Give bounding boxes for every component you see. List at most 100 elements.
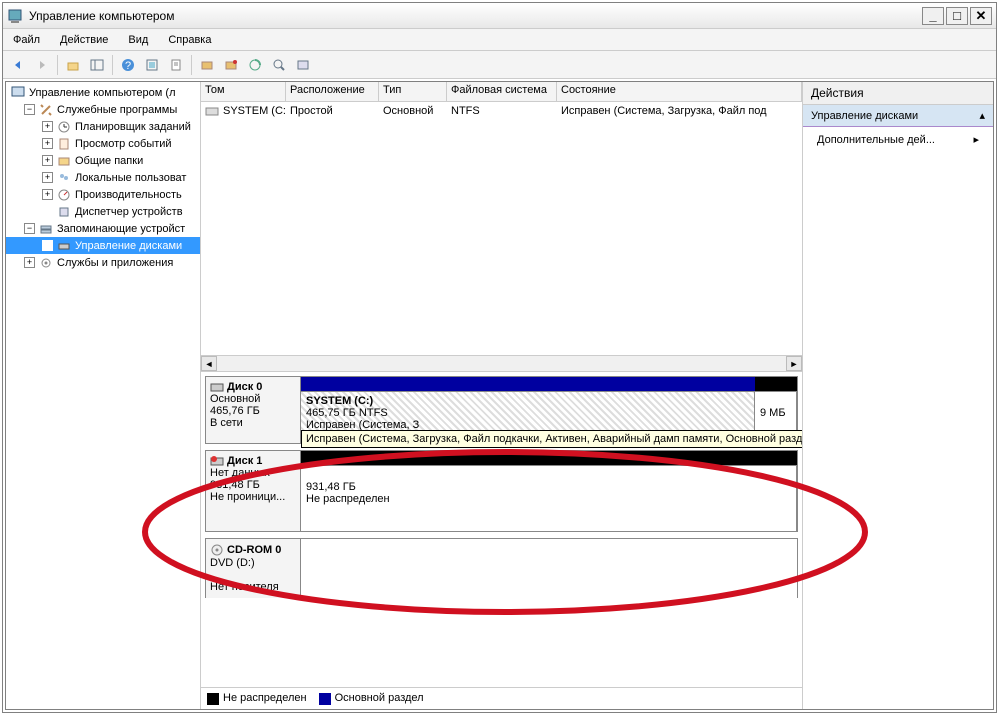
col-layout[interactable]: Расположение [286, 82, 379, 101]
refresh-button[interactable] [141, 54, 163, 76]
col-fs[interactable]: Файловая система [447, 82, 557, 101]
tree-performance[interactable]: + Производительность [6, 186, 200, 203]
toolbar: ? [3, 51, 996, 79]
disk0-name: Диск 0 [227, 381, 262, 393]
forward-button[interactable] [31, 54, 53, 76]
actions-more[interactable]: Дополнительные дей... ▸ [803, 127, 993, 152]
clock-icon [56, 119, 72, 135]
hscrollbar[interactable]: ◄ ► [201, 355, 802, 371]
volume-icon [205, 105, 219, 117]
expand-icon[interactable]: + [42, 138, 53, 149]
tool-button-4[interactable] [268, 54, 290, 76]
col-status[interactable]: Состояние [557, 82, 802, 101]
tree-label: Служебные программы [57, 104, 177, 116]
services-icon [38, 255, 54, 271]
tools-icon [38, 102, 54, 118]
disk1-kind: Нет данных [210, 467, 296, 479]
storage-icon [38, 221, 54, 237]
disk1-size: 931,48 ГБ [210, 479, 296, 491]
table-row[interactable]: SYSTEM (C:) Простой Основной NTFS Исправ… [201, 102, 802, 120]
expand-icon[interactable]: + [42, 121, 53, 132]
tree-label: Производительность [75, 189, 182, 201]
menubar: Файл Действие Вид Справка [3, 29, 996, 51]
computer-icon [10, 85, 26, 101]
col-type[interactable]: Тип [379, 82, 447, 101]
collapse-up-icon: ▴ [979, 109, 985, 122]
perf-icon [56, 187, 72, 203]
tree-label: Управление дисками [75, 240, 182, 252]
menu-help[interactable]: Справка [158, 29, 221, 50]
scroll-left-icon[interactable]: ◄ [201, 356, 217, 371]
menu-action[interactable]: Действие [50, 29, 118, 50]
tree-root[interactable]: Управление компьютером (л [6, 84, 200, 101]
disk0-row[interactable]: Диск 0 Основной 465,76 ГБ В сети SYSTEM … [205, 376, 798, 444]
tree-label: Планировщик заданий [75, 121, 191, 133]
disk1-part1[interactable]: 931,48 ГБ Не распределен [301, 466, 797, 531]
tree-devmgr[interactable]: Диспетчер устройств [6, 203, 200, 220]
show-hide-tree-button[interactable] [86, 54, 108, 76]
collapse-icon[interactable]: − [24, 104, 35, 115]
part-size: 931,48 ГБ [306, 481, 356, 493]
cell-status: Исправен (Система, Загрузка, Файл под [557, 105, 802, 117]
tool-button-2[interactable] [220, 54, 242, 76]
disk0-kind: Основной [210, 393, 296, 405]
cdrom-icon [210, 543, 224, 557]
help-button[interactable]: ? [117, 54, 139, 76]
volume-table: Том Расположение Тип Файловая система Со… [201, 82, 802, 372]
scroll-right-icon[interactable]: ► [786, 356, 802, 371]
part-name: SYSTEM (C:) [306, 395, 373, 407]
tree-sharedfolders[interactable]: + Общие папки [6, 152, 200, 169]
cdrom-row[interactable]: CD-ROM 0 DVD (D:) Нет носителя [205, 538, 798, 598]
tree-storage[interactable]: − Запоминающие устройст [6, 220, 200, 237]
expand-icon[interactable]: + [24, 257, 35, 268]
cell-type: Основной [379, 105, 447, 117]
disk-icon [56, 238, 72, 254]
back-button[interactable] [7, 54, 29, 76]
disk1-row[interactable]: Диск 1 Нет данных 931,48 ГБ Не проиници.… [205, 450, 798, 532]
tree-scheduler[interactable]: + Планировщик заданий [6, 118, 200, 135]
disk1-partitions: 931,48 ГБ Не распределен [301, 451, 797, 531]
properties-button[interactable] [165, 54, 187, 76]
disk0-partitions: SYSTEM (C:) 465,75 ГБ NTFS Исправен (Сис… [301, 377, 797, 443]
window-title: Управление компьютером [29, 9, 922, 23]
table-body: SYSTEM (C:) Простой Основной NTFS Исправ… [201, 102, 802, 355]
expand-icon[interactable]: + [42, 172, 53, 183]
expand-icon[interactable]: + [42, 155, 53, 166]
up-button[interactable] [62, 54, 84, 76]
tree-diskmgmt[interactable]: Управление дисками [6, 237, 200, 254]
tree-label: Общие папки [75, 155, 143, 167]
tree-eventviewer[interactable]: + Просмотр событий [6, 135, 200, 152]
vol-name: SYSTEM (C:) [223, 105, 286, 117]
disk-graphic-area: Диск 0 Основной 465,76 ГБ В сети SYSTEM … [201, 372, 802, 687]
tree-users[interactable]: + Локальные пользоват [6, 169, 200, 186]
legend-unalloc-swatch [207, 693, 219, 705]
menu-file[interactable]: Файл [3, 29, 50, 50]
cell-layout: Простой [286, 105, 379, 117]
actions-section[interactable]: Управление дисками ▴ [803, 105, 993, 127]
folder-shared-icon [56, 153, 72, 169]
actions-pane: Действия Управление дисками ▴ Дополнител… [803, 82, 993, 709]
tool-button-5[interactable] [292, 54, 314, 76]
maximize-button[interactable]: □ [946, 7, 968, 25]
col-volume[interactable]: Том [201, 82, 286, 101]
chevron-right-icon: ▸ [973, 133, 979, 146]
cdrom-name: CD-ROM 0 [227, 544, 281, 556]
tree-label: Локальные пользоват [75, 172, 186, 184]
device-icon [56, 204, 72, 220]
minimize-button[interactable]: _ [922, 7, 944, 25]
collapse-icon[interactable]: − [24, 223, 35, 234]
tool-button-1[interactable] [196, 54, 218, 76]
menu-view[interactable]: Вид [118, 29, 158, 50]
close-button[interactable]: ✕ [970, 7, 992, 25]
tree-services[interactable]: + Службы и приложения [6, 254, 200, 271]
titlebar[interactable]: Управление компьютером _ □ ✕ [3, 3, 996, 29]
tree-systools[interactable]: − Служебные программы [6, 101, 200, 118]
legend-primary-swatch [319, 693, 331, 705]
expand-icon[interactable]: + [42, 189, 53, 200]
event-icon [56, 136, 72, 152]
part-header-unalloc [755, 377, 797, 391]
part-size: 465,75 ГБ NTFS [306, 407, 388, 419]
disk0-info: Диск 0 Основной 465,76 ГБ В сети [206, 377, 301, 443]
tool-button-3[interactable] [244, 54, 266, 76]
users-icon [56, 170, 72, 186]
